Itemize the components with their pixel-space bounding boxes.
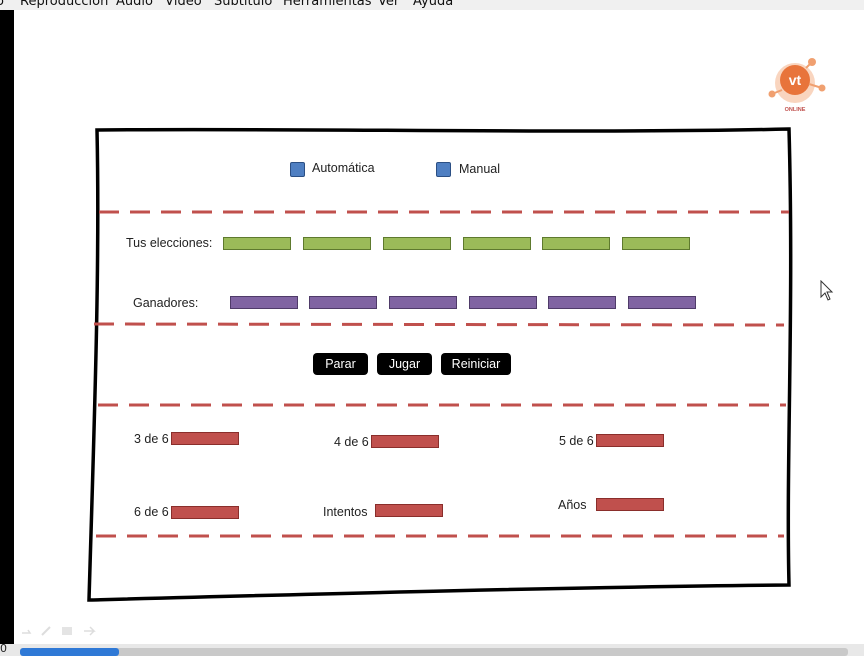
reiniciar-button[interactable]: Reiniciar [441, 353, 511, 375]
seek-bar[interactable] [20, 648, 848, 656]
menu-bar: o Reproducción Audio Vídeo Subtítulo Her… [0, 0, 864, 10]
mouse-cursor-icon [820, 280, 834, 301]
menu-item-herramientas[interactable]: Herramientas [283, 0, 372, 9]
video-frame: vt ONLINE Automática Manual Tus eleccion… [14, 10, 864, 644]
divider-2 [93, 322, 785, 327]
choice-box-5[interactable] [542, 237, 610, 250]
winner-box-3 [389, 296, 457, 309]
manual-checkbox[interactable] [436, 162, 451, 177]
next-icon [84, 626, 96, 636]
menu-item-video[interactable]: Vídeo [165, 0, 202, 9]
tres-de-seis-box [171, 432, 239, 445]
player-bar: 0 [0, 642, 864, 656]
cuatro-de-seis-box [371, 435, 439, 448]
cuatro-de-seis-label: 4 de 6 [334, 435, 369, 449]
choice-box-4[interactable] [463, 237, 531, 250]
manual-label: Manual [459, 162, 500, 176]
menu-item-o[interactable]: o [0, 0, 4, 9]
winner-box-2 [309, 296, 377, 309]
menu-item-reproduccion[interactable]: Reproducción [20, 0, 108, 9]
menu-item-audio[interactable]: Audio [116, 0, 153, 9]
cinco-de-seis-label: 5 de 6 [559, 434, 594, 448]
menu-item-ver[interactable]: Ver [378, 0, 399, 9]
seis-de-seis-label: 6 de 6 [134, 505, 169, 519]
menu-item-subtitulo[interactable]: Subtítulo [214, 0, 272, 9]
choice-box-2[interactable] [303, 237, 371, 250]
tus-elecciones-label: Tus elecciones: [126, 236, 213, 250]
anios-box [596, 498, 664, 511]
ganadores-label: Ganadores: [133, 296, 199, 310]
winner-box-5 [548, 296, 616, 309]
anios-label: Años [558, 498, 587, 512]
menu-item-ayuda[interactable]: Ayuda [413, 0, 453, 9]
choice-box-3[interactable] [383, 237, 451, 250]
slide-toolbar [22, 626, 96, 636]
seek-bar-fill [20, 648, 120, 656]
cinco-de-seis-box [596, 434, 664, 447]
intentos-label: Intentos [323, 505, 368, 519]
automatic-label: Automática [312, 161, 375, 175]
choice-box-6[interactable] [622, 237, 690, 250]
choice-box-1[interactable] [223, 237, 291, 250]
slide-icon [62, 627, 72, 635]
time-indicator: 0 [0, 642, 7, 655]
jugar-button[interactable]: Jugar [377, 353, 432, 375]
tres-de-seis-label: 3 de 6 [134, 432, 169, 446]
winner-box-1 [230, 296, 298, 309]
automatic-checkbox[interactable] [290, 162, 305, 177]
intentos-box [375, 504, 443, 517]
winner-box-4 [469, 296, 537, 309]
undo-icon [22, 629, 32, 634]
winner-box-6 [628, 296, 696, 309]
seis-de-seis-box [171, 506, 239, 519]
parar-button[interactable]: Parar [313, 353, 368, 375]
pen-icon [41, 626, 51, 636]
sketch-frame [87, 127, 793, 602]
